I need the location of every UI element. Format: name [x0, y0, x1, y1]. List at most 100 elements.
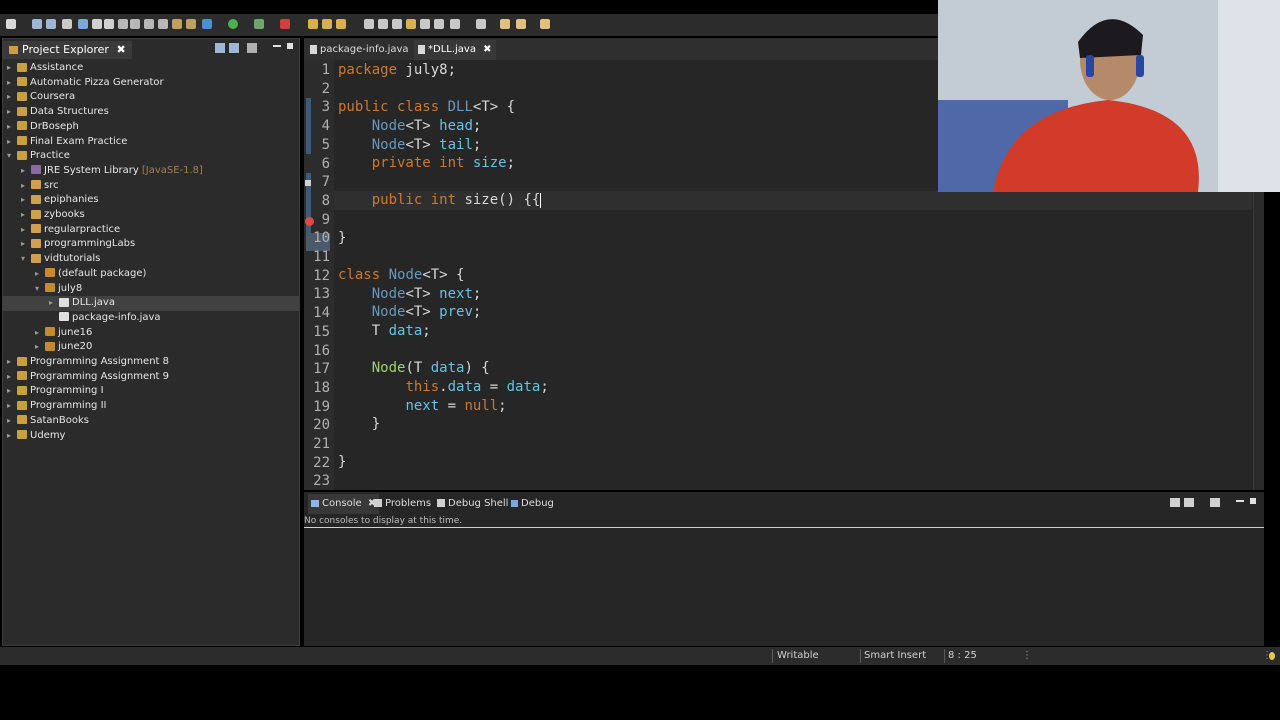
view-menu-icon[interactable]	[247, 43, 257, 53]
collapse-arrow-icon[interactable]: ▸	[7, 370, 17, 385]
collapse-arrow-icon[interactable]: ▸	[7, 120, 17, 135]
block-selection-icon[interactable]	[434, 19, 444, 29]
package-item[interactable]: ▸ (default package)	[3, 267, 299, 282]
collapse-arrow-icon[interactable]: ▸	[7, 90, 17, 105]
collapse-arrow-icon[interactable]: ▸	[7, 429, 17, 444]
link-with-editor-icon[interactable]	[229, 43, 239, 53]
step-over-icon[interactable]	[144, 19, 154, 29]
project-item[interactable]: ▸ Udemy	[3, 429, 299, 444]
tab-console[interactable]: Console ✖	[308, 494, 380, 514]
project-item[interactable]: ▸ Programming Assignment 8	[3, 355, 299, 370]
toggle-mark-occurrences-icon[interactable]	[406, 19, 416, 29]
collapse-arrow-icon[interactable]: ▸	[21, 193, 31, 208]
project-item[interactable]: ▸ Programming Assignment 9	[3, 370, 299, 385]
tab-debug[interactable]: Debug	[511, 494, 554, 514]
package-item[interactable]: ▸ june16	[3, 326, 299, 341]
open-type-icon[interactable]	[364, 19, 374, 29]
open-console-icon[interactable]	[1170, 498, 1180, 507]
collapse-arrow-icon[interactable]: ▸	[21, 223, 31, 238]
collapse-arrow-icon[interactable]: ▸	[21, 208, 31, 223]
collapse-arrow-icon[interactable]: ▸	[49, 296, 59, 311]
warning-marker-icon[interactable]	[305, 180, 311, 186]
step-return-icon[interactable]	[158, 19, 168, 29]
package-item[interactable]: ▸ regularpractice	[3, 223, 299, 238]
step-into-icon[interactable]	[130, 19, 140, 29]
package-item[interactable]: ▸ programmingLabs	[3, 237, 299, 252]
tab-debug-shell[interactable]: Debug Shell	[437, 494, 508, 514]
project-item[interactable]: ▸ Programming I	[3, 384, 299, 399]
back-dropdown-icon[interactable]	[516, 19, 526, 29]
collapse-arrow-icon[interactable]: ▸	[21, 237, 31, 252]
collapse-arrow-icon[interactable]: ▸	[7, 384, 17, 399]
new-icon[interactable]	[6, 19, 16, 29]
package-item[interactable]: ▸ june20	[3, 340, 299, 355]
file-item[interactable]: ▸ DLL.java	[3, 296, 299, 311]
package-item[interactable]: ▾ july8	[3, 282, 299, 297]
library-item[interactable]: ▸ JRE System Library [JavaSE-1.8]	[3, 164, 299, 179]
save-all-icon[interactable]	[46, 19, 56, 29]
close-icon[interactable]: ✖	[483, 44, 491, 55]
last-edit-icon[interactable]	[476, 19, 486, 29]
collapse-arrow-icon[interactable]: ▸	[21, 164, 31, 179]
maximize-icon[interactable]	[1250, 498, 1256, 504]
project-item[interactable]: ▸ Assistance	[3, 61, 299, 76]
maximize-icon[interactable]	[287, 43, 293, 49]
new-class-icon[interactable]	[336, 19, 346, 29]
next-annotation-icon[interactable]	[450, 19, 460, 29]
project-item[interactable]: ▸ Coursera	[3, 90, 299, 105]
tip-icon[interactable]	[1269, 652, 1275, 660]
use-step-filters-icon[interactable]	[186, 19, 196, 29]
new-package-icon[interactable]	[322, 19, 332, 29]
coverage-icon[interactable]	[254, 19, 264, 29]
minimize-icon[interactable]	[1236, 500, 1244, 502]
new-java-project-icon[interactable]	[308, 19, 318, 29]
collapse-arrow-icon[interactable]: ▸	[35, 267, 45, 282]
tab-problems[interactable]: Problems	[374, 494, 431, 514]
drop-to-frame-icon[interactable]	[172, 19, 182, 29]
disconnect-icon[interactable]	[118, 19, 128, 29]
close-icon[interactable]: ✖	[116, 43, 125, 56]
file-item[interactable]: package-info.java	[3, 311, 299, 326]
print-icon[interactable]	[62, 19, 72, 29]
collapse-arrow-icon[interactable]: ▸	[7, 135, 17, 150]
project-item[interactable]: ▸ Data Structures	[3, 105, 299, 120]
tab-dll-java[interactable]: *DLL.java ✖	[414, 40, 496, 60]
save-icon[interactable]	[32, 19, 42, 29]
pin-console-icon[interactable]	[1210, 498, 1220, 507]
package-item[interactable]: ▾ vidtutorials	[3, 252, 299, 267]
collapse-arrow-icon[interactable]: ▸	[21, 179, 31, 194]
expand-arrow-icon[interactable]: ▾	[35, 282, 45, 297]
project-item[interactable]: ▸ SatanBooks	[3, 414, 299, 429]
debug-icon[interactable]	[202, 19, 212, 29]
show-whitespace-icon[interactable]	[420, 19, 430, 29]
project-item[interactable]: ▸ DrBoseph	[3, 120, 299, 135]
forward-icon[interactable]	[540, 19, 550, 29]
suspend-icon[interactable]	[92, 19, 102, 29]
resume-icon[interactable]	[78, 19, 88, 29]
search-icon[interactable]	[392, 19, 402, 29]
collapse-arrow-icon[interactable]: ▸	[35, 326, 45, 341]
collapse-arrow-icon[interactable]: ▸	[35, 340, 45, 355]
package-item[interactable]: ▸ zybooks	[3, 208, 299, 223]
collapse-arrow-icon[interactable]: ▸	[7, 399, 17, 414]
run-icon[interactable]	[228, 19, 238, 29]
expand-arrow-icon[interactable]: ▾	[21, 252, 31, 267]
collapse-arrow-icon[interactable]: ▸	[7, 61, 17, 76]
terminate-icon[interactable]	[104, 19, 114, 29]
project-item[interactable]: ▸ Programming II	[3, 399, 299, 414]
back-icon[interactable]	[500, 19, 510, 29]
project-item[interactable]: ▸ Final Exam Practice	[3, 135, 299, 150]
project-item[interactable]: ▾ Practice	[3, 149, 299, 164]
tab-package-info[interactable]: package-info.java	[306, 40, 413, 60]
source-folder-item[interactable]: ▸ src	[3, 179, 299, 194]
collapse-arrow-icon[interactable]: ▸	[7, 414, 17, 429]
collapse-arrow-icon[interactable]: ▸	[7, 76, 17, 91]
expand-arrow-icon[interactable]: ▾	[7, 149, 17, 164]
package-item[interactable]: ▸ epiphanies	[3, 193, 299, 208]
open-task-icon[interactable]	[378, 19, 388, 29]
collapse-arrow-icon[interactable]: ▸	[7, 355, 17, 370]
collapse-all-icon[interactable]	[215, 43, 225, 53]
collapse-arrow-icon[interactable]: ▸	[7, 105, 17, 120]
display-console-icon[interactable]	[1184, 498, 1194, 507]
tab-project-explorer[interactable]: Project Explorer ✖	[3, 41, 132, 59]
